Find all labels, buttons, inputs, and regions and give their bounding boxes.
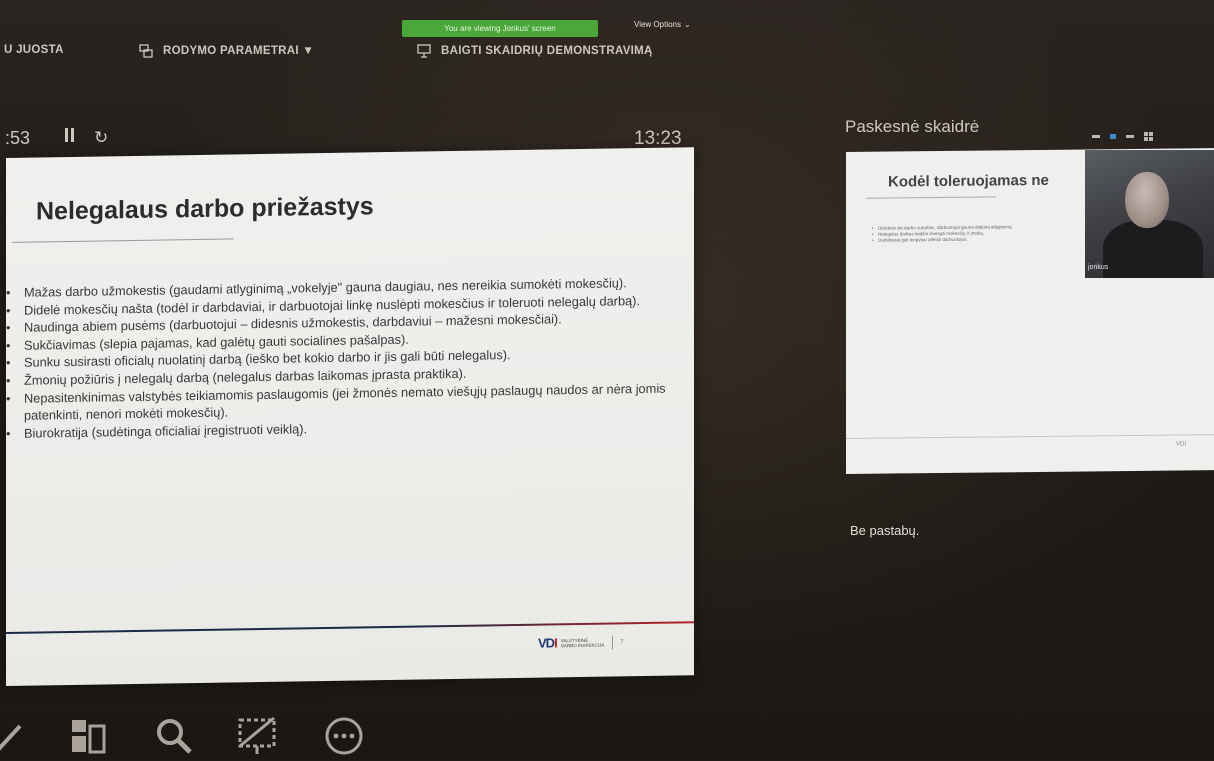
end-show-icon bbox=[417, 44, 431, 58]
slide-footer-rule bbox=[6, 621, 694, 634]
end-slideshow-button[interactable]: BAIGTI SKAIDRIŲ DEMONSTRAVIMĄ bbox=[417, 44, 653, 58]
display-settings-button[interactable]: RODYMO PARAMETRAI ▼ bbox=[139, 44, 314, 58]
presenter-body bbox=[1103, 220, 1203, 278]
vdi-logo: VDI VALSTYBINĖ DARBO INSPEKCIJA 7 bbox=[538, 634, 624, 651]
reset-icon[interactable]: ↻ bbox=[94, 128, 108, 148]
grid-view-icon[interactable] bbox=[1144, 132, 1153, 141]
webcam-video[interactable]: jonkus bbox=[1085, 150, 1214, 278]
slide-title: Nelegalaus darbo priežastys bbox=[36, 192, 374, 226]
view-options-label: View Options bbox=[634, 20, 681, 29]
slides-grid-icon[interactable] bbox=[66, 712, 110, 756]
tab-taskbar[interactable]: U JUOSTA bbox=[4, 44, 64, 56]
next-slide-heading: Kodėl toleruojamas ne bbox=[888, 171, 1049, 191]
display-settings-icon bbox=[139, 44, 153, 58]
current-slide[interactable]: Nelegalaus darbo priežastys Mažas darbo … bbox=[6, 147, 694, 687]
sharing-banner: You are viewing Jonkus' screen bbox=[402, 20, 598, 37]
next-title-underline bbox=[866, 196, 996, 199]
webcam-name-label: jonkus bbox=[1088, 264, 1109, 271]
pen-icon[interactable] bbox=[0, 712, 34, 756]
list-item: Darbdaviai gali lengviau atleisti darbuo… bbox=[872, 236, 1013, 243]
vdi-logo-mark: VDI bbox=[538, 635, 557, 651]
view-options-menu[interactable]: View Options ⌄ bbox=[634, 20, 691, 29]
elapsed-timer: :53 bbox=[5, 128, 31, 148]
title-underline bbox=[12, 238, 234, 243]
active-speaker-icon[interactable] bbox=[1110, 134, 1116, 139]
zoom-icon[interactable] bbox=[152, 712, 196, 756]
presenter-head bbox=[1125, 172, 1169, 228]
hide-screen-icon[interactable] bbox=[236, 712, 280, 756]
slide-number: 7 bbox=[620, 638, 624, 645]
taskbar-tab-label: U JUOSTA bbox=[4, 44, 64, 56]
speaker-notes: Be pastabų. bbox=[850, 523, 920, 538]
next-slide-label: Paskesnė skaidrė bbox=[845, 117, 980, 136]
slide-bullet-list: Mažas darbo užmokestis (gaudami atlygini… bbox=[6, 273, 686, 442]
next-slide-bullets: Dirbdami be darbo sutarties, darbuotojai… bbox=[872, 224, 1013, 243]
next-slide-footer-rule bbox=[846, 434, 1214, 439]
next-slide-logo: VDI bbox=[1176, 441, 1187, 448]
chevron-down-icon: ⌄ bbox=[684, 20, 691, 29]
vdi-logo-text: VALSTYBINĖ DARBO INSPEKCIJA bbox=[560, 637, 605, 648]
end-slideshow-label: BAIGTI SKAIDRIŲ DEMONSTRAVIMĄ bbox=[441, 45, 653, 57]
pause-icon[interactable] bbox=[64, 128, 76, 142]
list-view-icon[interactable] bbox=[1126, 135, 1134, 138]
more-options-icon[interactable] bbox=[322, 712, 366, 756]
display-settings-label: RODYMO PARAMETRAI ▼ bbox=[163, 45, 315, 57]
minimize-icon[interactable] bbox=[1092, 135, 1100, 138]
webcam-controls[interactable] bbox=[1092, 132, 1153, 141]
logo-divider bbox=[612, 634, 614, 649]
